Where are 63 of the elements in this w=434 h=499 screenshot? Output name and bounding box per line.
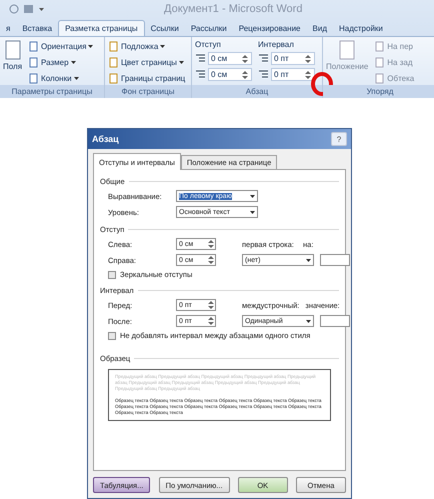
page-icon xyxy=(4,40,21,60)
caret-icon xyxy=(250,194,255,198)
checkbox[interactable] xyxy=(108,332,116,340)
help-button[interactable]: ? xyxy=(331,132,347,146)
margins-button[interactable]: Поля xyxy=(3,40,22,85)
group-label-bar: Параметры страницы xyxy=(0,85,104,98)
page-icon xyxy=(108,57,119,68)
spin-field[interactable]: 0 пт xyxy=(271,52,315,65)
dialog-title-bar: Абзац ? xyxy=(88,129,351,149)
group-heading: Отступ xyxy=(195,40,222,49)
caret-icon xyxy=(160,45,166,48)
spin-arrows-icon xyxy=(241,54,249,64)
page-icon xyxy=(374,57,386,68)
indent-icon xyxy=(195,69,206,80)
indent-icon xyxy=(258,53,269,64)
spin-field[interactable]: 0 пт xyxy=(271,68,315,81)
spin-arrows-icon xyxy=(304,54,312,64)
ribbon-tab[interactable]: Надстройки xyxy=(333,21,389,36)
spin-field[interactable]: 0 см xyxy=(208,68,252,81)
page-icon xyxy=(374,73,386,84)
page-icon xyxy=(108,41,119,52)
spin-field[interactable]: 0 см xyxy=(208,52,252,65)
page-icon xyxy=(28,73,40,84)
spin-field[interactable] xyxy=(320,315,350,327)
spin-arrows-icon xyxy=(241,70,249,80)
caret-icon xyxy=(178,61,184,64)
caret-icon xyxy=(306,258,311,262)
ribbon-tab[interactable]: я xyxy=(0,21,16,36)
spin-field[interactable] xyxy=(320,254,350,266)
ribbon-tab[interactable]: Вид xyxy=(306,21,333,36)
ribbon-tab[interactable]: Ссылки xyxy=(144,21,185,36)
ribbon-button[interactable]: Колонки xyxy=(28,72,94,85)
ribbon-tab[interactable]: Разметка страницы xyxy=(58,20,145,36)
ribbon-button[interactable]: Размер xyxy=(28,56,94,69)
spin-arrows-icon xyxy=(207,239,215,249)
caret-icon xyxy=(250,210,255,214)
caret-icon xyxy=(74,77,79,80)
spin-arrows-icon xyxy=(207,316,215,326)
ribbon-tab[interactable]: Рассылки xyxy=(184,21,233,36)
group-heading: Интервал xyxy=(258,40,295,49)
caret-icon xyxy=(70,61,76,64)
caret-icon xyxy=(306,320,311,322)
spin-arrows-icon xyxy=(207,300,215,310)
spin-arrows-icon xyxy=(207,255,215,265)
ribbon-tab[interactable]: Вставка xyxy=(16,21,58,36)
ribbon-button[interactable]: Границы страниц xyxy=(108,72,186,85)
ribbon-button[interactable]: Подложка xyxy=(108,40,186,53)
ribbon-tab[interactable]: Рецензирование xyxy=(232,21,307,36)
page-icon xyxy=(28,41,40,52)
page-icon xyxy=(28,57,40,68)
ribbon-button[interactable]: Ориентация xyxy=(28,40,94,53)
indent-icon xyxy=(258,69,269,80)
page-icon xyxy=(108,73,119,84)
ribbon-button[interactable]: Цвет страницы xyxy=(108,56,186,69)
spin-arrows-icon xyxy=(304,70,312,80)
indent-icon xyxy=(195,53,206,64)
group-label-bar: Фон страницы xyxy=(105,85,191,98)
group-label-bar: Упоряд xyxy=(323,85,434,98)
window-title: Документ1 - Microsoft Word xyxy=(164,3,302,16)
checkbox[interactable] xyxy=(108,270,116,278)
page-icon xyxy=(339,40,356,60)
page-icon xyxy=(374,41,386,52)
caret-icon xyxy=(88,45,94,48)
